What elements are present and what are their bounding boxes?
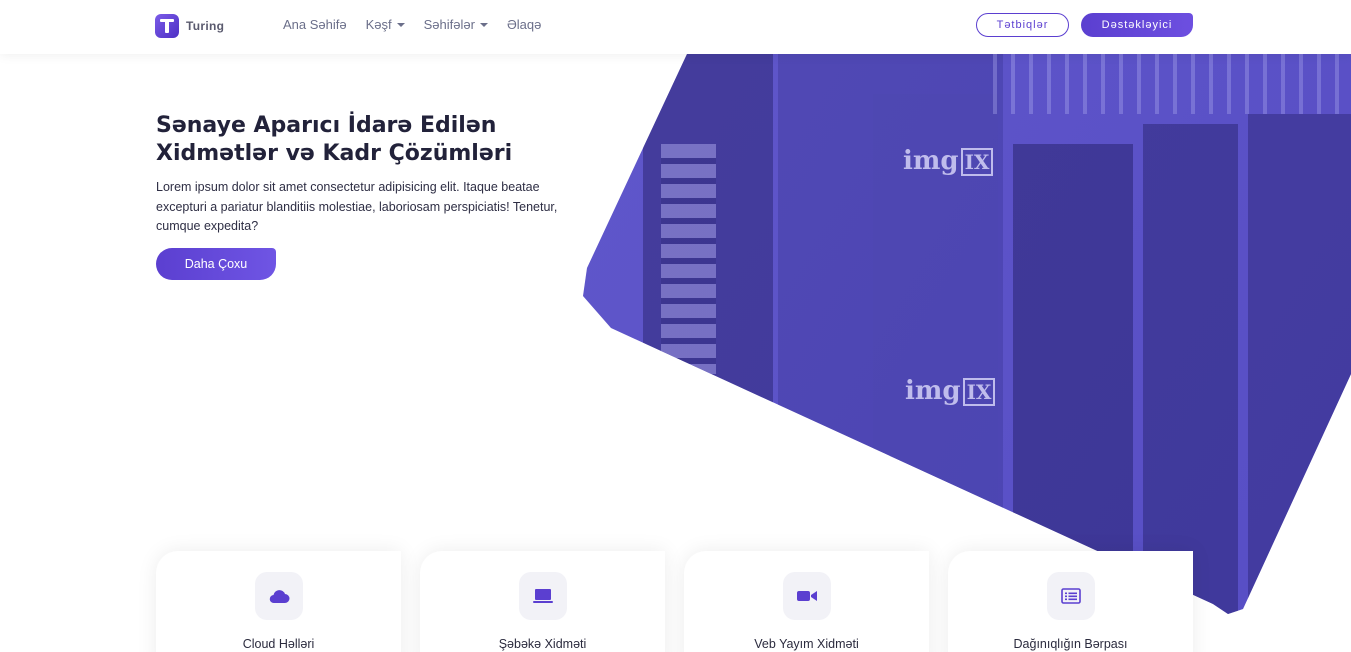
hero-image-server-room: img IX img IX <box>583 54 1351 614</box>
brand-mark-text: img <box>905 376 961 406</box>
service-card-cloud[interactable]: Cloud Həlləri <box>156 551 401 652</box>
service-card-web-broadcast[interactable]: Veb Yayım Xidməti <box>684 551 929 652</box>
service-card-network[interactable]: Şəbəkə Xidməti <box>420 551 665 652</box>
brand-mark-box: IX <box>962 378 996 406</box>
nav-link-explore[interactable]: Kəşf <box>366 17 405 32</box>
hero-description: Lorem ipsum dolor sit amet consectetur a… <box>156 180 558 233</box>
brand-mark-box: IX <box>960 148 994 176</box>
brand-logo[interactable]: Turing <box>155 14 224 38</box>
nav-link-label: Ana Səhifə <box>283 17 347 32</box>
caret-down-icon <box>479 22 488 27</box>
learn-more-button[interactable]: Daha Çoxu <box>156 248 276 280</box>
nav-link-label: Səhifələr <box>423 17 475 32</box>
service-card-label: Şəbəkə Xidməti <box>498 637 587 651</box>
service-card-label: Cloud Həlləri <box>242 637 315 651</box>
service-card-label: Dağınıqlığın Bərpası <box>1013 637 1128 651</box>
turing-logo-icon <box>155 14 179 38</box>
imgix-logo-top: img IX <box>903 146 994 176</box>
nav-link-contact[interactable]: Əlaqə <box>507 17 541 32</box>
nav-link-label: Kəşf <box>365 17 392 32</box>
nav-link-label: Əlaqə <box>506 17 542 32</box>
nav-link-home[interactable]: Ana Səhifə <box>283 17 347 32</box>
card-icon-container <box>783 572 831 620</box>
apps-button[interactable]: Tətbiqlər <box>976 13 1069 37</box>
main-nav: Ana Səhifə Kəşf Səhifələr Əlaqə <box>283 17 541 32</box>
supporter-button[interactable]: Dəstəkləyici <box>1081 13 1193 37</box>
video-camera-icon <box>797 591 817 601</box>
nav-link-pages[interactable]: Səhifələr <box>424 17 488 32</box>
card-icon-container <box>255 572 303 620</box>
hero-image-overlay <box>583 54 1351 614</box>
service-card-disaster-recovery[interactable]: Dağınıqlığın Bərpası <box>948 551 1193 652</box>
card-icon-container <box>519 572 567 620</box>
hero-title: Sənaye Aparıcı İdarə Edilən Xidmətlər və… <box>156 113 513 166</box>
brand-mark-text: img <box>903 146 959 176</box>
list-icon <box>1061 588 1081 604</box>
laptop-icon <box>533 589 553 603</box>
imgix-logo-bottom: img IX <box>905 376 996 406</box>
caret-down-icon <box>396 22 405 27</box>
cloud-icon <box>269 590 290 604</box>
top-navbar: Turing Ana Səhifə Kəşf Səhifələr Əlaqə T… <box>0 0 1351 54</box>
brand-name: Turing <box>186 19 225 33</box>
service-card-label: Veb Yayım Xidməti <box>754 637 859 651</box>
card-icon-container <box>1047 572 1095 620</box>
